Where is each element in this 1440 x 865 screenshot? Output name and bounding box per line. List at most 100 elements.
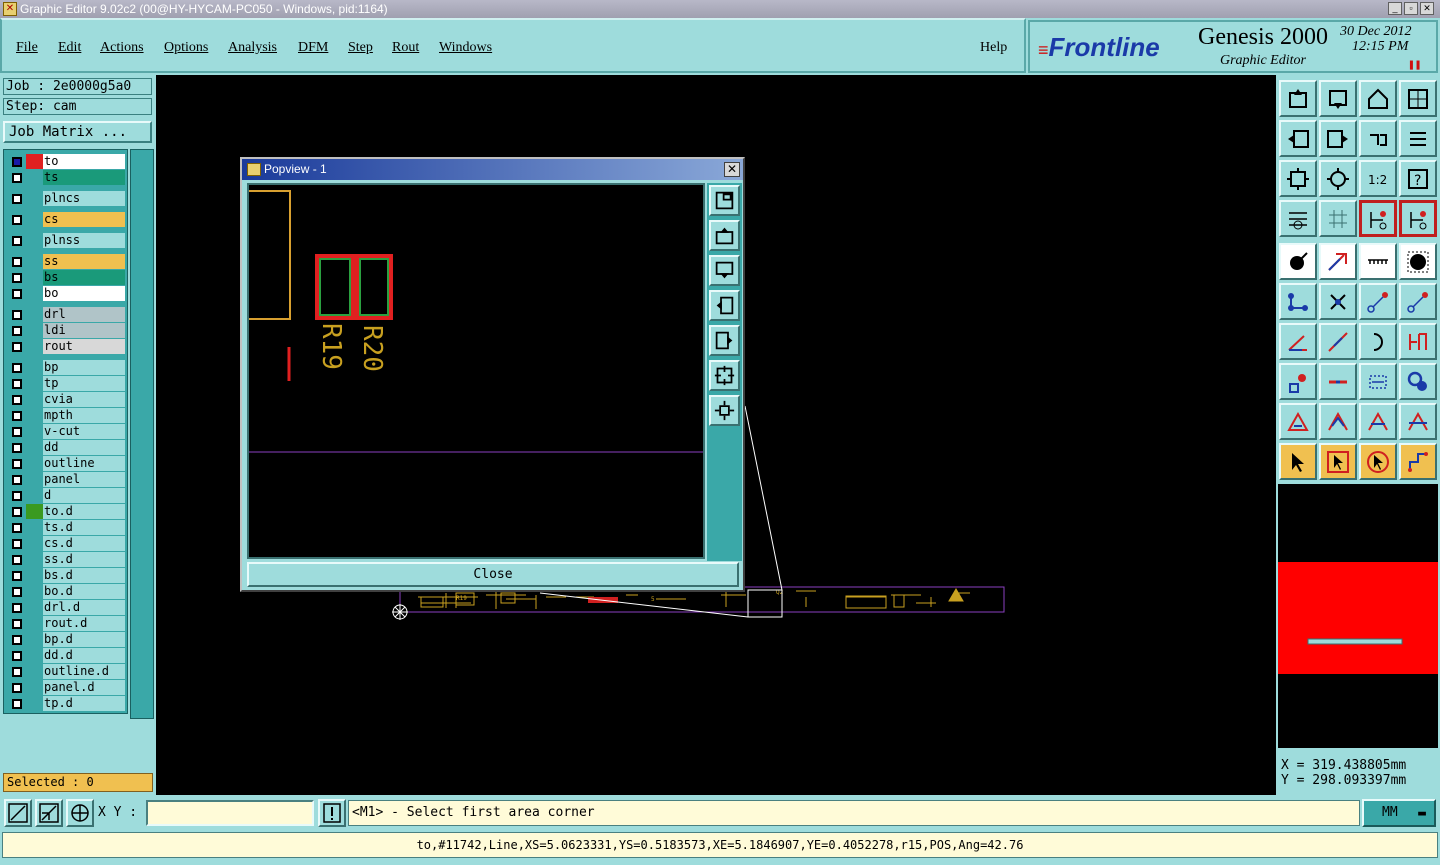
maximize-button[interactable]: ▫ [1404,2,1418,15]
menu-file[interactable]: File [16,40,38,56]
layer-checkbox[interactable] [12,157,22,167]
layer-row-ts[interactable]: ts [6,170,126,185]
layer-checkbox[interactable] [12,215,22,225]
zoom-fit-icon[interactable] [1279,160,1317,197]
popview-zoom-window-icon[interactable] [709,185,740,216]
menu-analysis[interactable]: Analysis [228,40,277,56]
menu-rout[interactable]: Rout [392,40,419,56]
popview-pan-up-icon[interactable] [709,220,740,251]
layer-net-alt-icon[interactable] [1399,200,1437,237]
layer-checkbox[interactable] [12,395,22,405]
layer-row-drl-d[interactable]: drl.d [6,600,126,615]
overview-map[interactable] [1278,484,1438,748]
menu-edit[interactable]: Edit [58,40,81,56]
layer-row-cs-d[interactable]: cs.d [6,536,126,551]
grid-icon[interactable] [66,799,94,827]
layer-checkbox[interactable] [12,475,22,485]
select-icon[interactable] [1279,443,1317,480]
layer-checkbox[interactable] [12,459,22,469]
layer-row-cvia[interactable]: cvia [6,392,126,407]
mirror-icon[interactable] [1399,403,1437,440]
layer-row-bo[interactable]: bo [6,286,126,301]
layer-row-rout[interactable]: rout [6,339,126,354]
layer-row-drl[interactable]: drl [6,307,126,322]
popview-zoom-home-icon[interactable] [709,360,740,391]
layer-checkbox[interactable] [12,667,22,677]
zoom-out-icon[interactable] [1319,160,1357,197]
zoom-window-icon[interactable] [1279,80,1317,117]
move-icon[interactable] [1319,403,1357,440]
layer-row-mpth[interactable]: mpth [6,408,126,423]
popview-canvas[interactable]: R19 R20 [247,183,705,559]
layer-checkbox[interactable] [12,651,22,661]
feature-icon[interactable] [1279,363,1317,400]
layer-row-plnss[interactable]: plnss [6,233,126,248]
undo-view-icon[interactable] [1359,120,1397,157]
layer-row-panel-d[interactable]: panel.d [6,680,126,695]
layer-row-dd-d[interactable]: dd.d [6,648,126,663]
layer-row-bs-d[interactable]: bs.d [6,568,126,583]
layer-checkbox[interactable] [12,587,22,597]
route-icon[interactable] [1399,443,1437,480]
layer-row-to-d[interactable]: to.d [6,504,126,519]
info-icon[interactable] [318,799,346,827]
layer-checkbox[interactable] [12,342,22,352]
pan-right-icon[interactable] [1319,120,1357,157]
pause-icon[interactable]: ❚❚ [1408,58,1421,71]
popview-pan-down-icon[interactable] [709,255,740,286]
layer-checkbox[interactable] [12,363,22,373]
layer-row-bp[interactable]: bp [6,360,126,375]
layer-checkbox[interactable] [12,326,22,336]
layer-row-tp[interactable]: tp [6,376,126,391]
menu-options[interactable]: Options [164,40,208,56]
select-cross-icon[interactable] [1359,443,1397,480]
layer-row-bp-d[interactable]: bp.d [6,632,126,647]
layer-net-icon[interactable] [1359,200,1397,237]
popview-pan-right-icon[interactable] [709,325,740,356]
layer-row-dd[interactable]: dd [6,440,126,455]
rotate-icon[interactable] [1359,403,1397,440]
layer-row-bo-d[interactable]: bo.d [6,584,126,599]
layer-row-to[interactable]: to [6,154,126,169]
layer-checkbox[interactable] [12,491,22,501]
layer-checkbox[interactable] [12,273,22,283]
layer-checkbox[interactable] [12,683,22,693]
layer-checkbox[interactable] [12,289,22,299]
menu-windows[interactable]: Windows [439,40,492,56]
resize-icon[interactable] [1359,363,1397,400]
snap-icon[interactable] [35,799,63,827]
layer-row-cs[interactable]: cs [6,212,126,227]
layer-row-plncs[interactable]: plncs [6,191,126,206]
select-pad-icon[interactable] [1279,243,1317,280]
grid-icon[interactable] [1319,200,1357,237]
triangle-icon[interactable] [1279,403,1317,440]
layer-checkbox[interactable] [12,194,22,204]
pad-icon[interactable] [1399,243,1437,280]
cross-icon[interactable] [1319,283,1357,320]
layer-row-rout-d[interactable]: rout.d [6,616,126,631]
home-icon[interactable] [1359,80,1397,117]
layer-checkbox[interactable] [12,310,22,320]
layer-row-v-cut[interactable]: v-cut [6,424,126,439]
layer-checkbox[interactable] [12,257,22,267]
layer-row-ldi[interactable]: ldi [6,323,126,338]
minimize-button[interactable]: _ [1388,2,1402,15]
layer-checkbox[interactable] [12,443,22,453]
layer-checkbox[interactable] [12,539,22,549]
units-select[interactable]: MM ▬ [1362,799,1436,827]
menu-help[interactable]: Help [980,40,1007,56]
settings-icon[interactable] [1279,200,1317,237]
split-icon[interactable] [1399,323,1437,360]
layer-list-scrollbar[interactable] [130,149,154,719]
minus-icon[interactable] [1319,363,1357,400]
layer-checkbox[interactable] [12,555,22,565]
layer-row-ss-d[interactable]: ss.d [6,552,126,567]
select-box-icon[interactable] [1319,443,1357,480]
layer-row-ts-d[interactable]: ts.d [6,520,126,535]
measure-icon[interactable] [1359,243,1397,280]
layer-checkbox[interactable] [12,427,22,437]
close-window-button[interactable]: ✕ [1420,2,1434,15]
layer-row-outline-d[interactable]: outline.d [6,664,126,679]
angle-icon[interactable] [1279,323,1317,360]
split-view-icon[interactable] [1399,80,1437,117]
